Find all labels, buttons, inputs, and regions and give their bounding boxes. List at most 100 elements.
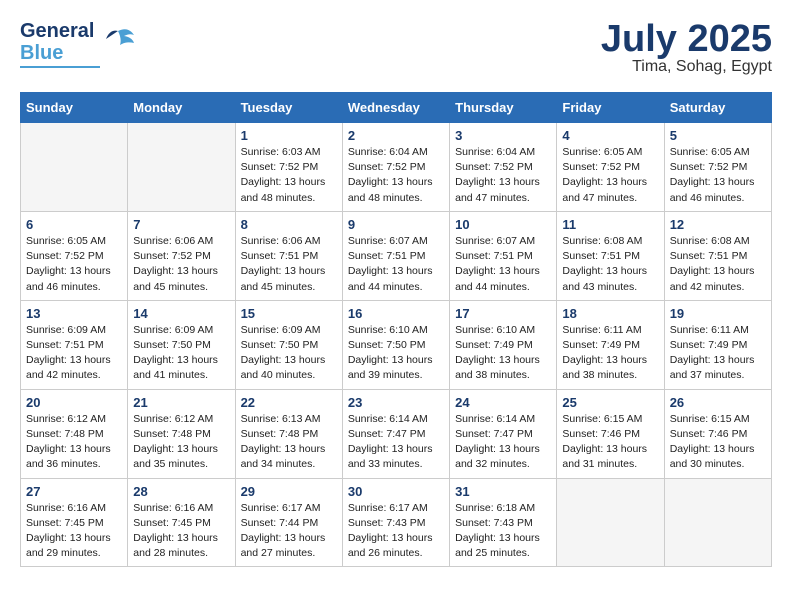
day-of-week-header: Sunday bbox=[21, 93, 128, 123]
day-number: 22 bbox=[241, 395, 337, 410]
day-number: 4 bbox=[562, 128, 658, 143]
calendar-cell: 26 Sunrise: 6:15 AMSunset: 7:46 PMDayligh… bbox=[664, 389, 771, 478]
calendar-cell: 21 Sunrise: 6:12 AMSunset: 7:48 PMDayligh… bbox=[128, 389, 235, 478]
cell-info: Sunrise: 6:04 AMSunset: 7:52 PMDaylight:… bbox=[348, 145, 444, 206]
calendar-cell: 15 Sunrise: 6:09 AMSunset: 7:50 PMDayligh… bbox=[235, 300, 342, 389]
day-of-week-header: Saturday bbox=[664, 93, 771, 123]
calendar-cell: 17 Sunrise: 6:10 AMSunset: 7:49 PMDayligh… bbox=[450, 300, 557, 389]
calendar-cell: 3 Sunrise: 6:04 AMSunset: 7:52 PMDaylight… bbox=[450, 123, 557, 212]
day-number: 3 bbox=[455, 128, 551, 143]
week-row: 1 Sunrise: 6:03 AMSunset: 7:52 PMDaylight… bbox=[21, 123, 772, 212]
cell-info: Sunrise: 6:05 AMSunset: 7:52 PMDaylight:… bbox=[562, 145, 658, 206]
day-number: 30 bbox=[348, 484, 444, 499]
cell-info: Sunrise: 6:04 AMSunset: 7:52 PMDaylight:… bbox=[455, 145, 551, 206]
day-number: 28 bbox=[133, 484, 229, 499]
calendar-cell: 19Sunrise: 6:11 AMSunset: 7:49 PMDayligh… bbox=[664, 300, 771, 389]
cell-info: Sunrise: 6:13 AMSunset: 7:48 PMDaylight:… bbox=[241, 412, 337, 473]
calendar-cell: 1 Sunrise: 6:03 AMSunset: 7:52 PMDaylight… bbox=[235, 123, 342, 212]
cell-info: Sunrise: 6:06 AMSunset: 7:51 PMDaylight:… bbox=[241, 234, 337, 295]
day-number: 6 bbox=[26, 217, 122, 232]
day-of-week-header: Thursday bbox=[450, 93, 557, 123]
week-row: 6Sunrise: 6:05 AMSunset: 7:52 PMDaylight… bbox=[21, 211, 772, 300]
day-number: 16 bbox=[348, 306, 444, 321]
calendar-cell: 7 Sunrise: 6:06 AMSunset: 7:52 PMDaylight… bbox=[128, 211, 235, 300]
calendar-cell: 11 Sunrise: 6:08 AMSunset: 7:51 PMDayligh… bbox=[557, 211, 664, 300]
day-number: 10 bbox=[455, 217, 551, 232]
cell-info: Sunrise: 6:16 AMSunset: 7:45 PMDaylight:… bbox=[133, 501, 229, 562]
day-number: 29 bbox=[241, 484, 337, 499]
page-header: General Blue July 2025 Tima, Sohag, Egyp… bbox=[20, 20, 772, 76]
cell-info: Sunrise: 6:07 AMSunset: 7:51 PMDaylight:… bbox=[455, 234, 551, 295]
calendar-header-row: SundayMondayTuesdayWednesdayThursdayFrid… bbox=[21, 93, 772, 123]
cell-info: Sunrise: 6:03 AMSunset: 7:52 PMDaylight:… bbox=[241, 145, 337, 206]
cell-info: Sunrise: 6:06 AMSunset: 7:52 PMDaylight:… bbox=[133, 234, 229, 295]
day-number: 25 bbox=[562, 395, 658, 410]
calendar-cell: 28 Sunrise: 6:16 AMSunset: 7:45 PMDayligh… bbox=[128, 478, 235, 567]
month-title: July 2025 bbox=[601, 20, 772, 58]
calendar-cell: 25 Sunrise: 6:15 AMSunset: 7:46 PMDayligh… bbox=[557, 389, 664, 478]
logo-general: General bbox=[20, 20, 94, 42]
day-number: 5 bbox=[670, 128, 766, 143]
calendar-cell bbox=[21, 123, 128, 212]
day-of-week-header: Friday bbox=[557, 93, 664, 123]
calendar-cell: 16Sunrise: 6:10 AMSunset: 7:50 PMDayligh… bbox=[342, 300, 449, 389]
day-number: 1 bbox=[241, 128, 337, 143]
day-number: 31 bbox=[455, 484, 551, 499]
day-number: 21 bbox=[133, 395, 229, 410]
day-number: 15 bbox=[241, 306, 337, 321]
cell-info: Sunrise: 6:15 AMSunset: 7:46 PMDaylight:… bbox=[670, 412, 766, 473]
cell-info: Sunrise: 6:11 AMSunset: 7:49 PMDaylight:… bbox=[562, 323, 658, 384]
day-of-week-header: Wednesday bbox=[342, 93, 449, 123]
calendar-cell bbox=[664, 478, 771, 567]
calendar-cell: 24Sunrise: 6:14 AMSunset: 7:47 PMDayligh… bbox=[450, 389, 557, 478]
logo-blue: Blue bbox=[20, 42, 94, 64]
calendar-cell: 9 Sunrise: 6:07 AMSunset: 7:51 PMDaylight… bbox=[342, 211, 449, 300]
cell-info: Sunrise: 6:15 AMSunset: 7:46 PMDaylight:… bbox=[562, 412, 658, 473]
day-number: 19 bbox=[670, 306, 766, 321]
day-of-week-header: Monday bbox=[128, 93, 235, 123]
location: Tima, Sohag, Egypt bbox=[601, 58, 772, 76]
cell-info: Sunrise: 6:18 AMSunset: 7:43 PMDaylight:… bbox=[455, 501, 551, 562]
calendar-cell: 2 Sunrise: 6:04 AMSunset: 7:52 PMDaylight… bbox=[342, 123, 449, 212]
day-number: 2 bbox=[348, 128, 444, 143]
day-number: 26 bbox=[670, 395, 766, 410]
day-of-week-header: Tuesday bbox=[235, 93, 342, 123]
cell-info: Sunrise: 6:17 AMSunset: 7:43 PMDaylight:… bbox=[348, 501, 444, 562]
calendar-cell: 5 Sunrise: 6:05 AMSunset: 7:52 PMDaylight… bbox=[664, 123, 771, 212]
day-number: 11 bbox=[562, 217, 658, 232]
day-number: 20 bbox=[26, 395, 122, 410]
cell-info: Sunrise: 6:12 AMSunset: 7:48 PMDaylight:… bbox=[26, 412, 122, 473]
calendar-cell: 8Sunrise: 6:06 AMSunset: 7:51 PMDaylight… bbox=[235, 211, 342, 300]
calendar-cell: 6Sunrise: 6:05 AMSunset: 7:52 PMDaylight… bbox=[21, 211, 128, 300]
logo-underline bbox=[20, 66, 100, 68]
calendar-cell: 27Sunrise: 6:16 AMSunset: 7:45 PMDayligh… bbox=[21, 478, 128, 567]
cell-info: Sunrise: 6:09 AMSunset: 7:50 PMDaylight:… bbox=[241, 323, 337, 384]
calendar-cell: 4 Sunrise: 6:05 AMSunset: 7:52 PMDaylight… bbox=[557, 123, 664, 212]
week-row: 13Sunrise: 6:09 AMSunset: 7:51 PMDayligh… bbox=[21, 300, 772, 389]
logo-bird-icon bbox=[100, 21, 138, 64]
cell-info: Sunrise: 6:08 AMSunset: 7:51 PMDaylight:… bbox=[670, 234, 766, 295]
day-number: 13 bbox=[26, 306, 122, 321]
cell-info: Sunrise: 6:12 AMSunset: 7:48 PMDaylight:… bbox=[133, 412, 229, 473]
calendar-cell: 22 Sunrise: 6:13 AMSunset: 7:48 PMDayligh… bbox=[235, 389, 342, 478]
calendar-cell bbox=[557, 478, 664, 567]
cell-info: Sunrise: 6:14 AMSunset: 7:47 PMDaylight:… bbox=[348, 412, 444, 473]
cell-info: Sunrise: 6:10 AMSunset: 7:49 PMDaylight:… bbox=[455, 323, 551, 384]
cell-info: Sunrise: 6:08 AMSunset: 7:51 PMDaylight:… bbox=[562, 234, 658, 295]
cell-info: Sunrise: 6:14 AMSunset: 7:47 PMDaylight:… bbox=[455, 412, 551, 473]
day-number: 7 bbox=[133, 217, 229, 232]
calendar-cell: 18Sunrise: 6:11 AMSunset: 7:49 PMDayligh… bbox=[557, 300, 664, 389]
cell-info: Sunrise: 6:09 AMSunset: 7:50 PMDaylight:… bbox=[133, 323, 229, 384]
day-number: 12 bbox=[670, 217, 766, 232]
calendar-cell: 20 Sunrise: 6:12 AMSunset: 7:48 PMDayligh… bbox=[21, 389, 128, 478]
calendar-cell: 12 Sunrise: 6:08 AMSunset: 7:51 PMDayligh… bbox=[664, 211, 771, 300]
week-row: 20 Sunrise: 6:12 AMSunset: 7:48 PMDayligh… bbox=[21, 389, 772, 478]
calendar-cell: 10 Sunrise: 6:07 AMSunset: 7:51 PMDayligh… bbox=[450, 211, 557, 300]
cell-info: Sunrise: 6:07 AMSunset: 7:51 PMDaylight:… bbox=[348, 234, 444, 295]
calendar-cell: 23Sunrise: 6:14 AMSunset: 7:47 PMDayligh… bbox=[342, 389, 449, 478]
cell-info: Sunrise: 6:05 AMSunset: 7:52 PMDaylight:… bbox=[670, 145, 766, 206]
calendar-cell bbox=[128, 123, 235, 212]
day-number: 9 bbox=[348, 217, 444, 232]
calendar-cell: 31 Sunrise: 6:18 AMSunset: 7:43 PMDayligh… bbox=[450, 478, 557, 567]
day-number: 17 bbox=[455, 306, 551, 321]
